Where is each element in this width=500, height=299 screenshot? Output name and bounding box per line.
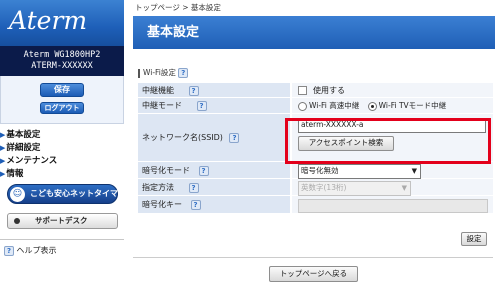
field-label: ネットワーク名(SSID) ?	[138, 114, 290, 162]
row-relay-mode: 中継モード ? Wi-Fi 高速中継 Wi-Fi TVモード中継	[138, 98, 493, 114]
relay-enable-checkbox[interactable]	[298, 86, 307, 95]
field-label: 中継機能 ?	[138, 83, 290, 98]
nav-label: メンテナンス	[6, 156, 58, 166]
encryption-key-label: 暗号化キー	[142, 200, 182, 209]
nav-label: 基本設定	[6, 130, 41, 140]
nav-item-advanced-settings[interactable]: ▶詳細設定	[0, 141, 40, 153]
select-value: 英数字(13桁)	[301, 183, 347, 192]
arrow-right-icon: ▶	[0, 157, 6, 165]
select-value: 暗号化無効	[301, 166, 339, 175]
row-encryption-mode: 暗号化モード ? 暗号化無効 ▼	[138, 162, 493, 179]
radio-tv-mode-relay[interactable]	[367, 101, 377, 111]
logout-button[interactable]: ログアウト	[40, 102, 84, 114]
model-info: Aterm WG1800HP2 ATERM-XXXXXX	[0, 46, 124, 76]
back-to-top-button[interactable]: トップページへ戻る	[269, 266, 358, 282]
nav-item-maintenance[interactable]: ▶メンテナンス	[0, 154, 57, 166]
help-icon[interactable]: ?	[188, 85, 199, 96]
divider	[133, 257, 493, 258]
arrow-right-icon: ▶	[0, 144, 6, 152]
support-desk-button[interactable]: サポートデスク	[7, 213, 118, 229]
radio-high-speed-relay[interactable]	[298, 101, 307, 111]
field-label: 中継モード ?	[138, 98, 290, 114]
device-id: ATERM-XXXXXX	[31, 61, 93, 71]
field-label: 暗号化キー ?	[138, 196, 290, 214]
arrow-right-icon: ▶	[0, 131, 6, 139]
section-title: Wi-Fi設定	[143, 68, 176, 77]
divider	[0, 239, 124, 240]
radio-label: Wi-Fi TVモード中継	[378, 101, 447, 110]
arrow-right-icon: ▶	[0, 170, 6, 178]
section-label-wifi: Wi-Fi設定 ?	[138, 67, 189, 78]
relay-mode-label: 中継モード	[142, 101, 182, 110]
method-select[interactable]: 英数字(13桁) ▼	[298, 181, 411, 196]
field-value: 使用する	[292, 83, 493, 98]
help-icon[interactable]: ?	[229, 132, 240, 143]
save-button[interactable]: 保存	[40, 83, 84, 97]
nav-label: 詳細設定	[6, 143, 41, 153]
row-encryption-key: 暗号化キー ?	[138, 196, 493, 214]
help-icon: ?	[4, 245, 14, 256]
method-label: 指定方法	[142, 183, 174, 192]
field-label: 指定方法 ?	[138, 179, 290, 196]
help-icon[interactable]: ?	[196, 100, 207, 111]
chevron-down-icon: ▼	[401, 184, 407, 192]
row-method: 指定方法 ? 英数字(13桁) ▼	[138, 179, 493, 196]
section-bar	[138, 68, 140, 78]
help-icon[interactable]: ?	[188, 182, 199, 193]
field-value: Wi-Fi 高速中継 Wi-Fi TVモード中継	[292, 98, 493, 114]
encryption-mode-select[interactable]: 暗号化無効 ▼	[298, 164, 421, 179]
breadcrumb: トップページ > 基本設定	[135, 3, 221, 12]
kids-timer-icon: ☺	[10, 187, 25, 202]
ssid-label: ネットワーク名(SSID)	[142, 133, 223, 142]
checkbox-label: 使用する	[313, 86, 345, 95]
nav-label: 情報	[6, 169, 24, 179]
encryption-mode-label: 暗号化モード	[142, 166, 190, 175]
relay-function-label: 中継機能	[142, 86, 174, 95]
radio-label: Wi-Fi 高速中継	[309, 101, 360, 110]
aterm-logo: Aterm	[0, 0, 124, 46]
help-label: ヘルプ表示	[16, 246, 57, 255]
nav-item-info[interactable]: ▶情報	[0, 167, 23, 179]
page-title: 基本設定	[133, 16, 495, 49]
apply-settings-button[interactable]: 設定	[461, 232, 487, 246]
encryption-key-input[interactable]	[298, 199, 488, 213]
bullet-icon	[14, 218, 20, 224]
field-label: 暗号化モード ?	[138, 162, 290, 179]
help-icon[interactable]: ?	[190, 199, 201, 210]
model-name: Aterm WG1800HP2	[23, 50, 101, 60]
help-link[interactable]: ? ヘルプ表示	[4, 245, 57, 256]
help-icon[interactable]: ?	[198, 165, 209, 176]
row-relay-function: 中継機能 ? 使用する	[138, 83, 493, 98]
help-icon[interactable]: ?	[178, 68, 189, 78]
highlight-box	[285, 118, 491, 164]
nav-item-basic-settings[interactable]: ▶基本設定	[0, 128, 40, 140]
chevron-down-icon: ▼	[411, 167, 417, 175]
